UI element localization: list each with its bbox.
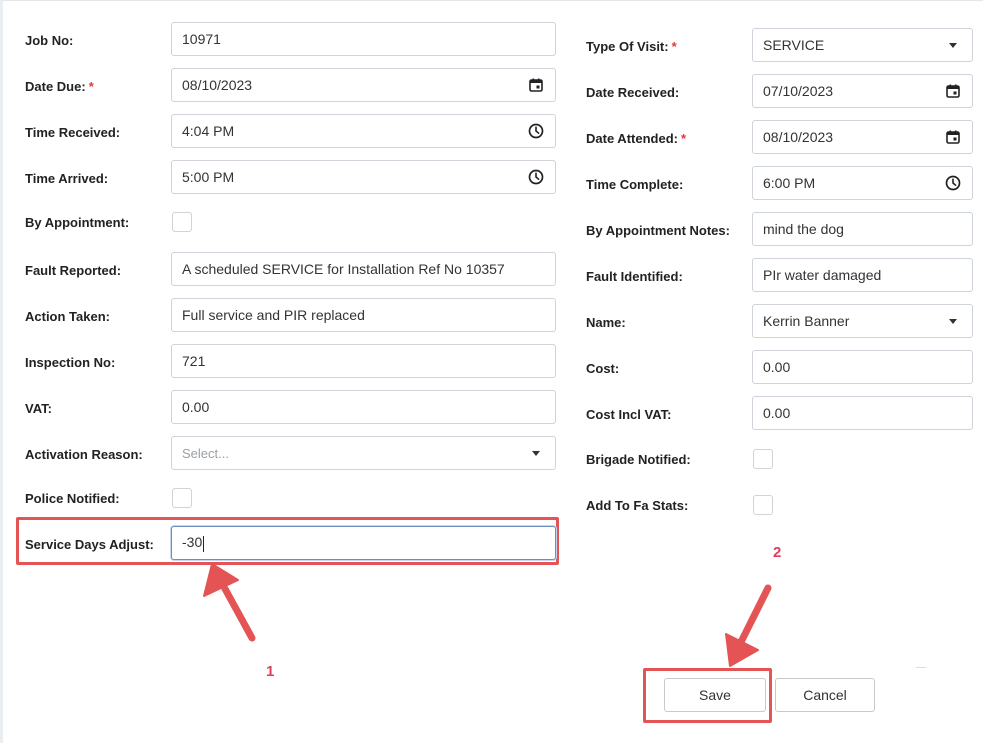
text-cursor [203, 535, 205, 552]
cost-input[interactable]: 0.00 [752, 350, 973, 384]
police-notified-checkbox[interactable] [172, 488, 192, 508]
step-number-2: 2 [773, 544, 782, 561]
calendar-icon[interactable] [944, 82, 962, 100]
time-arrived-label: Time Arrived: [25, 170, 109, 186]
chevron-down-icon[interactable] [944, 36, 962, 54]
cost-incl-vat-input[interactable]: 0.00 [752, 396, 973, 430]
name-select[interactable]: Kerrin Banner [752, 304, 973, 338]
vat-input[interactable]: 0.00 [171, 390, 556, 424]
add-to-fa-stats-checkbox[interactable] [753, 495, 773, 515]
chevron-down-icon[interactable] [527, 444, 545, 462]
service-days-adjust-label: Service Days Adjust: [25, 536, 154, 552]
time-received-label: Time Received: [25, 124, 121, 140]
date-due-input[interactable]: 08/10/2023 [171, 68, 556, 102]
time-received-input[interactable]: 4:04 PM [171, 114, 556, 148]
arrow-icon [203, 563, 256, 642]
by-appointment-notes-input[interactable]: mind the dog [752, 212, 973, 246]
clock-icon[interactable] [527, 168, 545, 186]
fault-identified-label: Fault Identified: [586, 268, 683, 284]
job-no-label: Job No: [25, 32, 74, 48]
action-taken-textarea[interactable]: Full service and PIR replaced [171, 298, 556, 332]
brigade-notified-label: Brigade Notified: [586, 451, 691, 467]
time-complete-input[interactable]: 6:00 PM [752, 166, 973, 200]
required-marker: * [88, 78, 94, 94]
vat-label: VAT: [25, 400, 52, 416]
required-marker: * [680, 130, 687, 146]
chevron-down-icon[interactable] [944, 312, 962, 330]
by-appointment-checkbox[interactable] [172, 212, 192, 232]
time-arrived-input[interactable]: 5:00 PM [171, 160, 556, 194]
divider [916, 667, 926, 668]
inspection-no-input[interactable]: 721 [171, 344, 556, 378]
activation-reason-select[interactable]: Select... [171, 436, 556, 470]
by-appointment-label: By Appointment: [25, 214, 130, 230]
time-complete-label: Time Complete: [586, 176, 684, 192]
window-left-border [0, 0, 3, 743]
calendar-icon[interactable] [944, 128, 962, 146]
add-to-fa-stats-label: Add To Fa Stats: [586, 497, 689, 513]
cost-label: Cost: [586, 360, 620, 376]
name-label: Name: [586, 314, 626, 330]
cost-incl-vat-label: Cost Incl VAT: [586, 406, 672, 422]
inspection-no-label: Inspection No: [25, 354, 116, 370]
date-attended-input[interactable]: 08/10/2023 [752, 120, 973, 154]
required-marker: * [671, 38, 677, 54]
date-due-label: Date Due: * [25, 78, 94, 94]
type-of-visit-label: Type Of Visit: * [586, 38, 677, 54]
arrow-icon [725, 584, 772, 667]
save-button[interactable]: Save [664, 678, 766, 712]
cancel-button[interactable]: Cancel [775, 678, 875, 712]
job-no-input[interactable]: 10971 [171, 22, 556, 56]
date-attended-label: Date Attended: * [586, 130, 687, 146]
step-number-1: 1 [266, 663, 275, 680]
service-days-adjust-input[interactable]: -30 [171, 526, 556, 560]
fault-reported-label: Fault Reported: [25, 262, 122, 278]
activation-reason-label: Activation Reason: [25, 446, 143, 462]
by-appointment-notes-label: By Appointment Notes: [586, 222, 730, 238]
calendar-icon[interactable] [527, 76, 545, 94]
fault-identified-input[interactable]: PIr water damaged [752, 258, 973, 292]
date-received-input[interactable]: 07/10/2023 [752, 74, 973, 108]
action-taken-label: Action Taken: [25, 308, 110, 324]
police-notified-label: Police Notified: [25, 490, 120, 506]
clock-icon[interactable] [527, 122, 545, 140]
fault-reported-input[interactable]: A scheduled SERVICE for Installation Ref… [171, 252, 556, 286]
type-of-visit-select[interactable]: SERVICE [752, 28, 973, 62]
clock-icon[interactable] [944, 174, 962, 192]
date-received-label: Date Received: [586, 84, 680, 100]
brigade-notified-checkbox[interactable] [753, 449, 773, 469]
window-top-border [0, 0, 983, 1]
